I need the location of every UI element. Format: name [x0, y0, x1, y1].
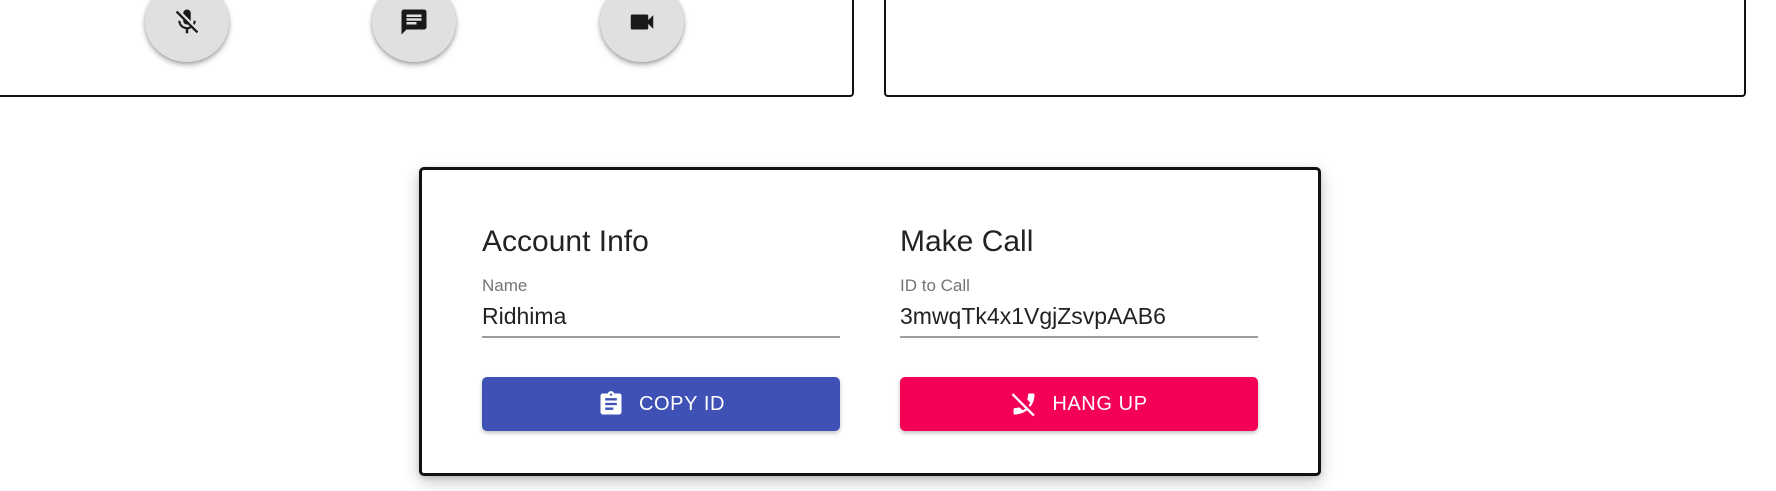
remote-video-panel	[884, 0, 1746, 97]
hang-up-button[interactable]: HANG UP	[900, 377, 1258, 431]
mic-off-icon	[175, 9, 199, 34]
videocam-icon	[630, 14, 654, 30]
options-card: Account Info Name COPY ID Make Call ID t…	[419, 167, 1321, 476]
name-input[interactable]	[482, 296, 840, 338]
hang-up-label: HANG UP	[1052, 392, 1148, 415]
clipboard-icon	[600, 391, 622, 415]
chat-button[interactable]	[372, 0, 456, 62]
make-call-title: Make Call	[900, 225, 1034, 258]
name-label: Name	[482, 276, 528, 295]
account-info-title: Account Info	[482, 225, 649, 258]
copy-id-button[interactable]: COPY ID	[482, 377, 840, 431]
my-video-panel	[0, 0, 854, 97]
video-toggle-button[interactable]	[600, 0, 684, 62]
mute-mic-button[interactable]	[145, 0, 229, 62]
id-to-call-input[interactable]	[900, 296, 1258, 338]
copy-id-label: COPY ID	[638, 392, 726, 415]
phone-disabled-icon	[1011, 393, 1036, 417]
chat-icon	[401, 9, 427, 35]
id-to-call-label: ID to Call	[900, 276, 970, 295]
